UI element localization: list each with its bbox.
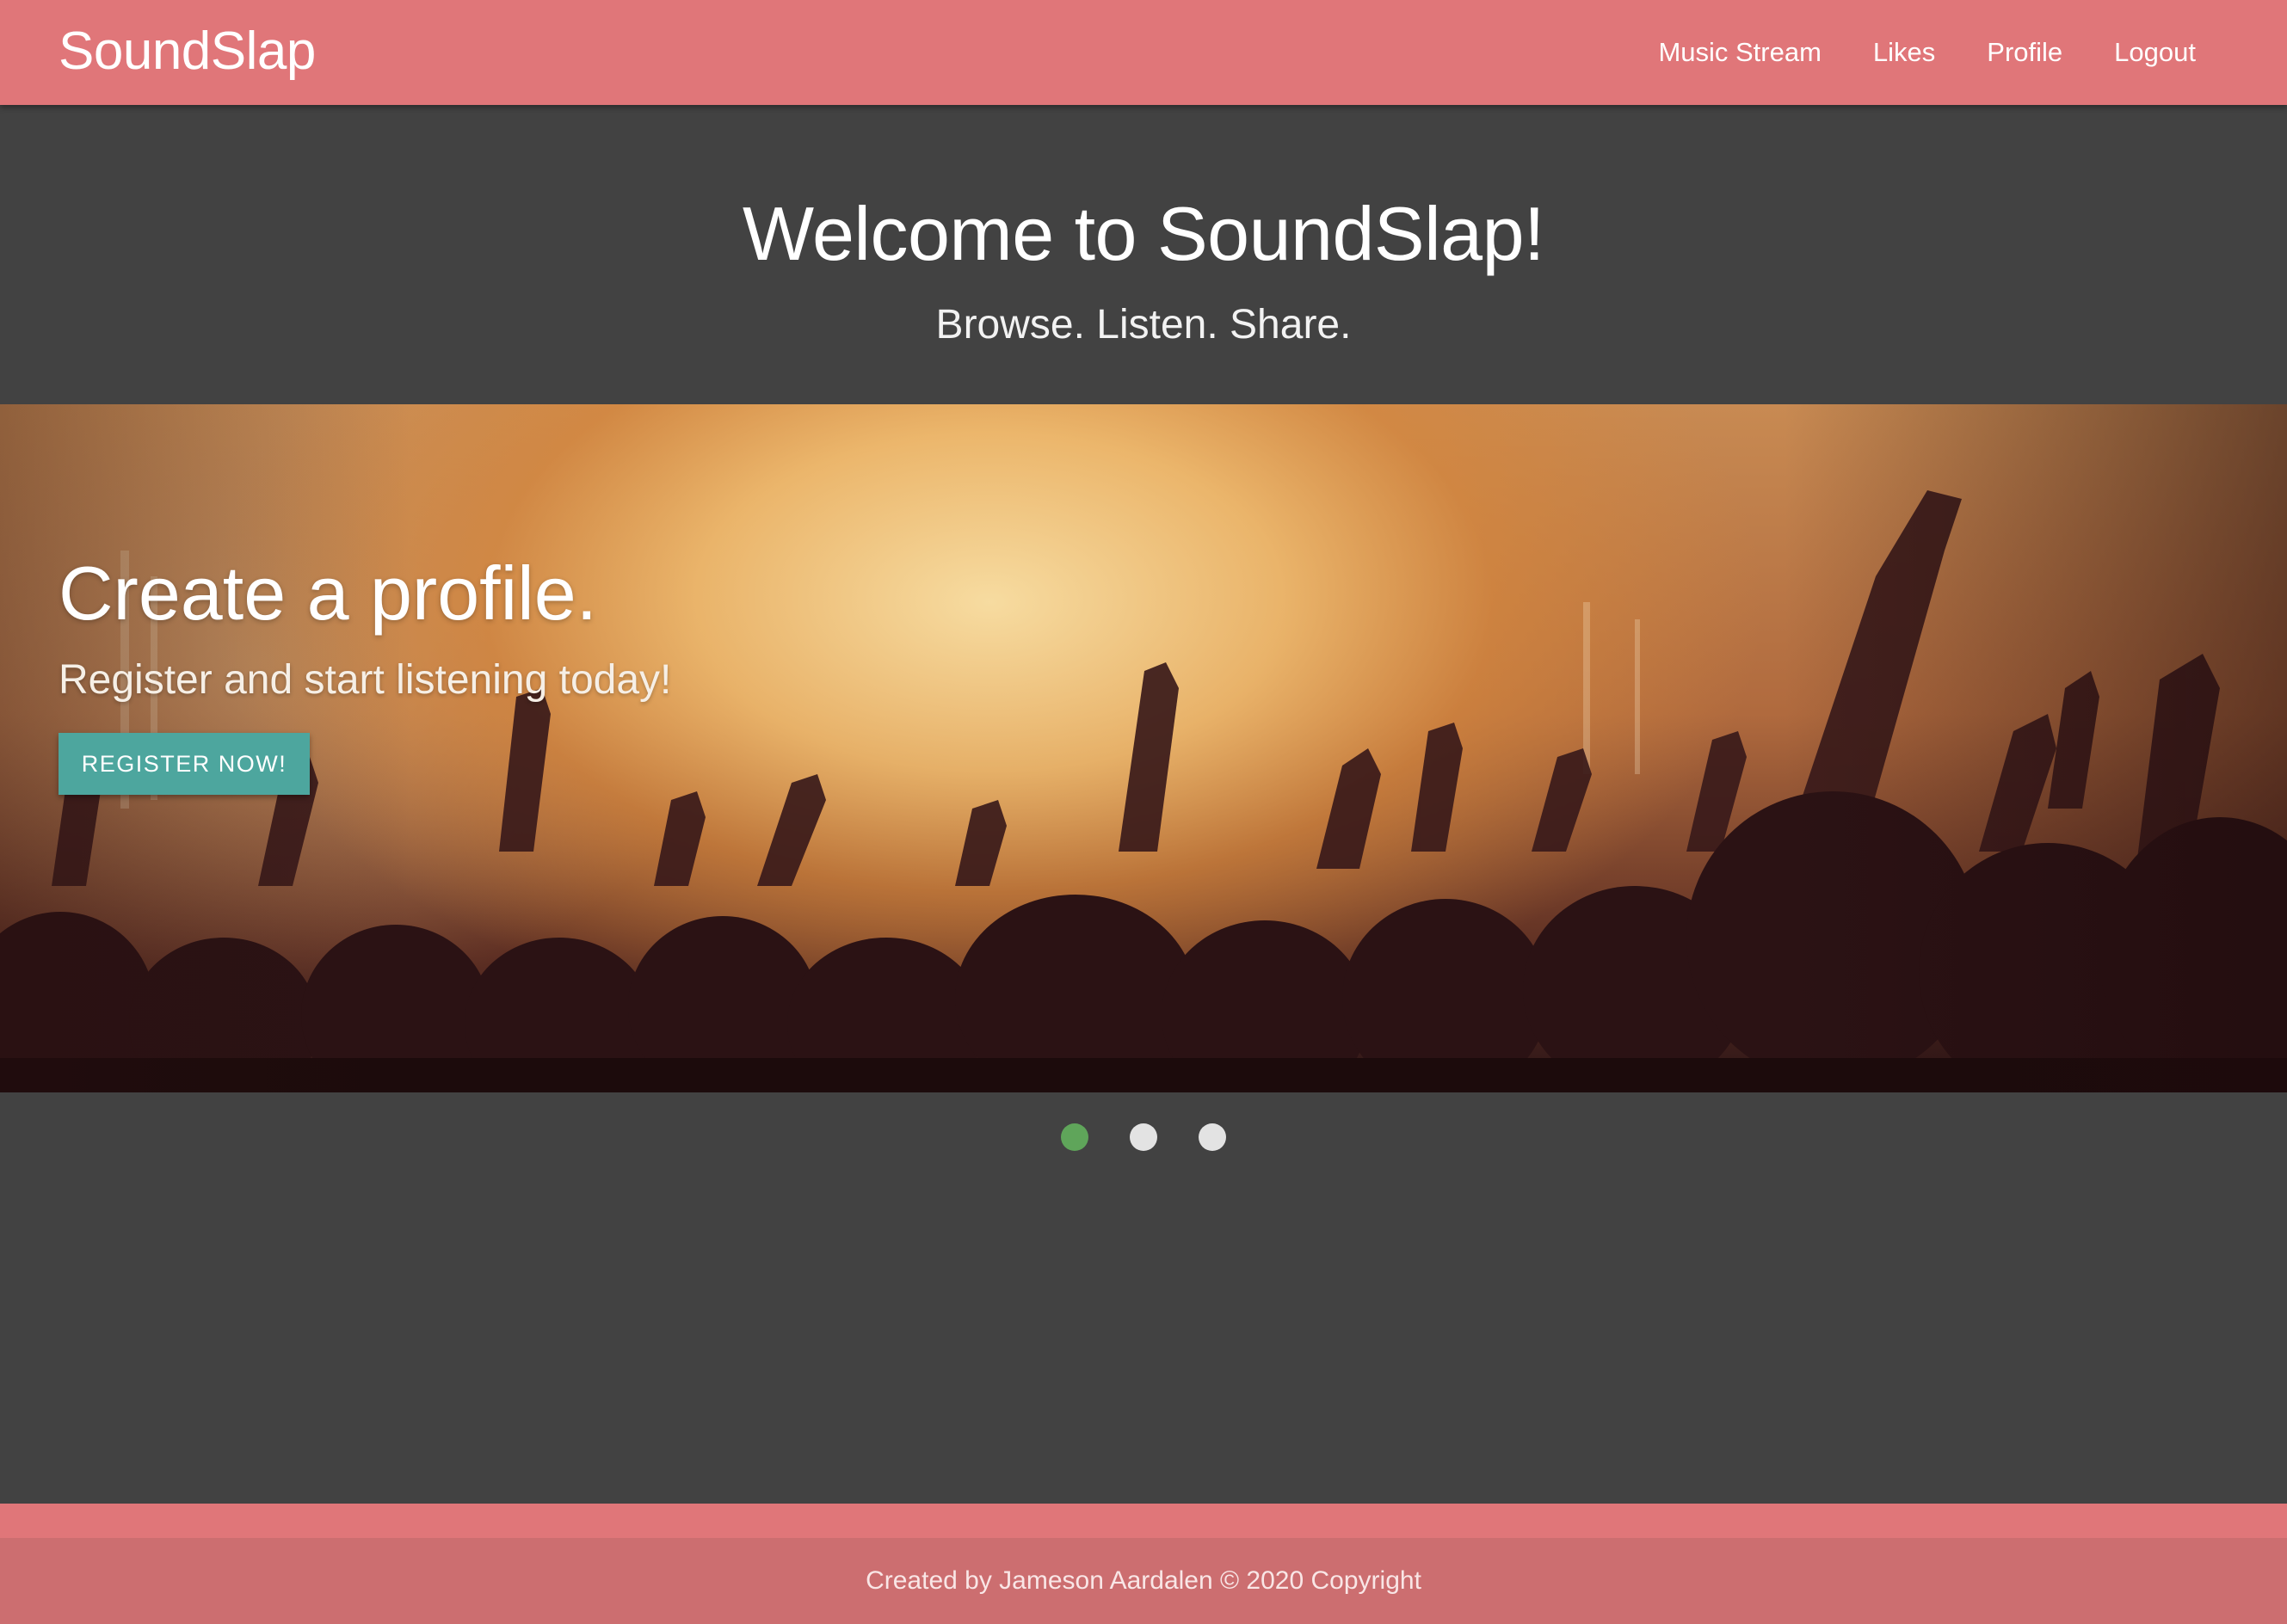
nav-link-likes[interactable]: Likes	[1873, 37, 1935, 68]
slide-title: Create a profile.	[59, 551, 598, 636]
slide-vignette	[0, 404, 2287, 1092]
carousel[interactable]: Create a profile. Register and start lis…	[0, 404, 2287, 1092]
footer-copyright: Created by Jameson Aardalen © 2020 Copyr…	[866, 1566, 1421, 1595]
hero-header: Welcome to SoundSlap! Browse. Listen. Sh…	[0, 105, 2287, 404]
footer-band	[0, 1504, 2287, 1538]
page-title: Welcome to SoundSlap!	[743, 191, 1544, 276]
register-now-button[interactable]: REGISTER NOW!	[59, 733, 310, 795]
footer: Created by Jameson Aardalen © 2020 Copyr…	[0, 1538, 2287, 1624]
carousel-indicator-1[interactable]	[1061, 1123, 1088, 1151]
carousel-indicator-2[interactable]	[1130, 1123, 1157, 1151]
slide-text: Register and start listening today!	[59, 657, 672, 703]
brand-logo-link[interactable]: SoundSlap	[59, 19, 316, 84]
nav-link-music-stream[interactable]: Music Stream	[1658, 37, 1821, 68]
nav-link-logout[interactable]: Logout	[2114, 37, 2196, 68]
slide-caption: Create a profile. Register and start lis…	[59, 551, 919, 795]
carousel-indicator-3[interactable]	[1199, 1123, 1226, 1151]
nav-links: Music Stream Likes Profile Logout	[1606, 0, 2196, 105]
nav-link-profile[interactable]: Profile	[1987, 37, 2062, 68]
navbar: SoundSlap Music Stream Likes Profile Log…	[0, 0, 2287, 105]
carousel-indicators	[0, 1123, 2287, 1154]
page-subtitle: Browse. Listen. Share.	[935, 302, 1352, 348]
